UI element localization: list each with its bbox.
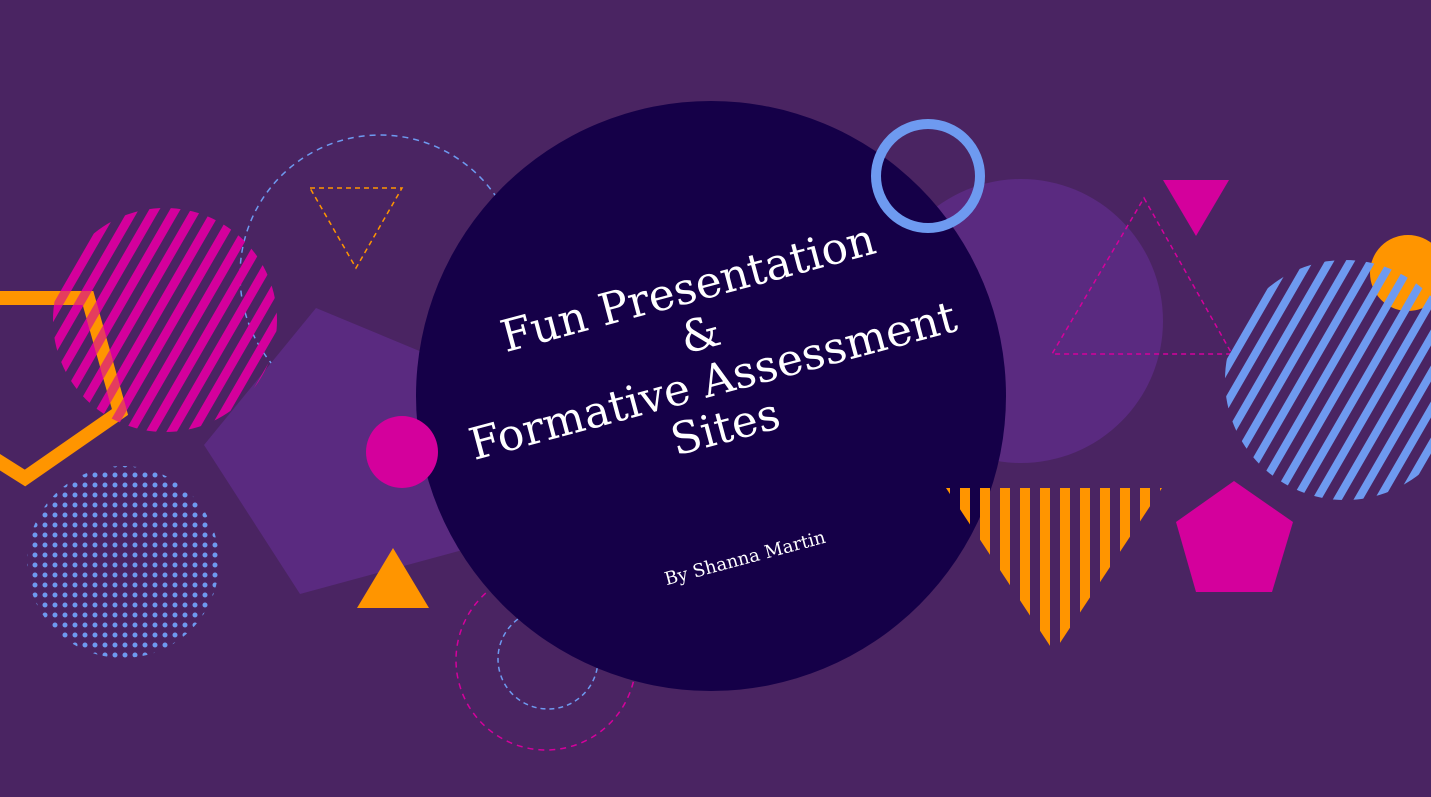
title-slide: Fun Presentation & Formative Assessment … [0, 0, 1431, 797]
magenta-circle-icon [366, 416, 438, 488]
dotted-blue-circle-icon [27, 466, 219, 658]
striped-magenta-circle-icon [53, 208, 277, 432]
